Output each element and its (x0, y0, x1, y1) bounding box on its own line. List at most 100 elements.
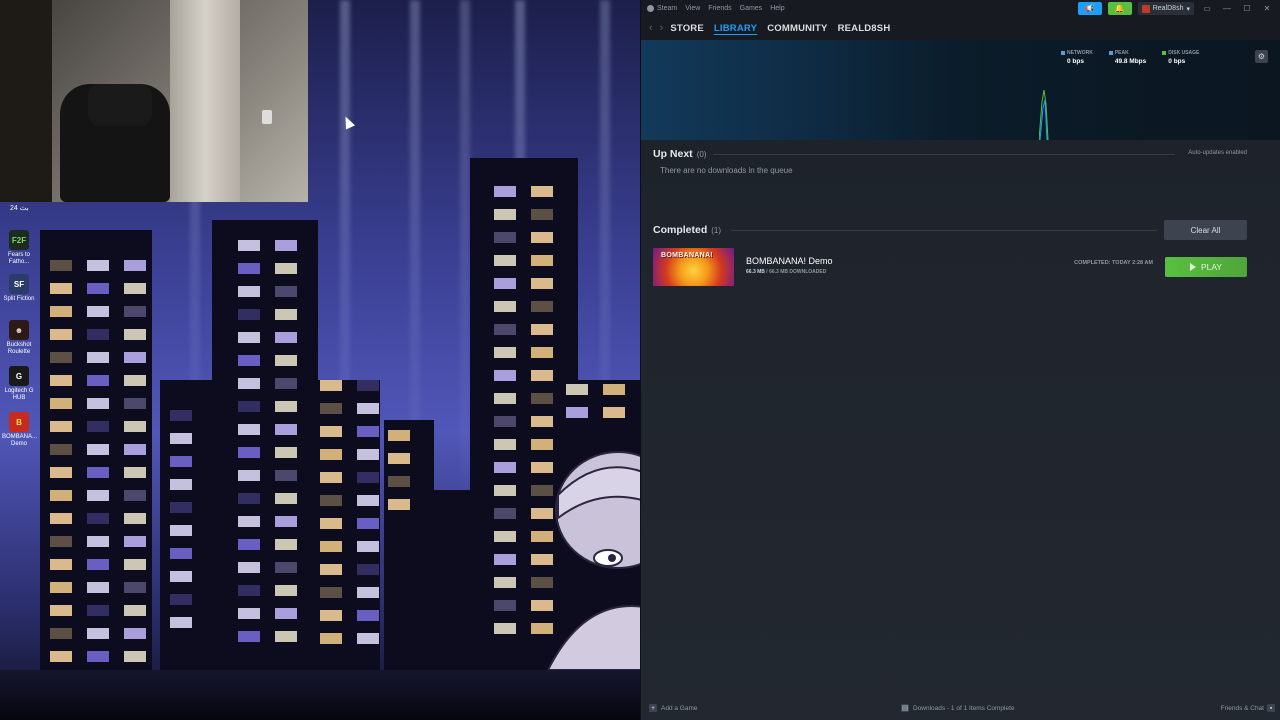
building-window (238, 493, 260, 504)
empty-queue-text: There are no downloads in the queue (660, 166, 793, 175)
game-name[interactable]: BOMBANANA! Demo (746, 256, 833, 266)
building-window (87, 421, 109, 432)
building-window (357, 472, 379, 483)
building-window (275, 378, 297, 389)
minimize-icon[interactable]: — (1220, 4, 1234, 13)
building-window (275, 539, 297, 550)
building-window (87, 513, 109, 524)
building-window (170, 479, 192, 490)
back-arrow-icon[interactable]: ‹ (649, 22, 653, 34)
user-menu[interactable]: RealD8sh ▾ (1137, 2, 1194, 15)
building-window (275, 355, 297, 366)
auto-updates-status: Auto-updates enabled (1188, 150, 1247, 156)
building-window (238, 470, 260, 481)
broadcast-button[interactable]: 📢 (1077, 2, 1102, 15)
app-icon: B (9, 412, 29, 432)
tab-community[interactable]: COMMUNITY (767, 23, 827, 34)
building-window (494, 393, 516, 404)
add-game-button[interactable]: + Add a Game (649, 704, 698, 712)
completed-count: (1) (711, 226, 722, 235)
building-window (320, 403, 342, 414)
building-window (388, 499, 410, 510)
download-settings-button[interactable]: ⚙ (1255, 50, 1268, 63)
building-window (238, 562, 260, 573)
cartoon-character (548, 451, 640, 670)
download-item[interactable]: BOMBANANA! BOMBANANA! Demo 66.3 MB / 66.… (653, 248, 1247, 286)
building-window (50, 513, 72, 524)
plus-icon: + (649, 704, 657, 712)
building-window (238, 240, 260, 251)
building-window (357, 518, 379, 529)
building-window (87, 398, 109, 409)
friends-chat-button[interactable]: Friends & Chat ▪ (1221, 704, 1275, 712)
tab-profile[interactable]: REALD8SH (838, 23, 891, 34)
building-window (124, 283, 146, 294)
webcam-overlay (0, 0, 308, 202)
completed-timestamp: COMPLETED: TODAY 2:28 AM (1074, 260, 1153, 266)
tab-store[interactable]: STORE (670, 23, 704, 34)
play-button[interactable]: PLAY (1165, 257, 1247, 277)
menu-help[interactable]: Help (770, 5, 784, 12)
building-window (124, 605, 146, 616)
steam-logo-icon (647, 4, 654, 12)
forward-arrow-icon[interactable]: › (660, 22, 664, 34)
building-window (275, 631, 297, 642)
building-window (50, 306, 72, 317)
building-window (357, 587, 379, 598)
desktop-shortcut[interactable]: SF Split Fiction (2, 274, 36, 303)
app-icon: ☻ (9, 320, 29, 340)
clear-all-button[interactable]: Clear All (1164, 220, 1247, 240)
big-picture-icon[interactable]: ▭ (1200, 4, 1214, 13)
building-window (357, 564, 379, 575)
desktop-shortcut[interactable]: B BOMBANA... Demo (2, 412, 37, 448)
desktop-shortcut[interactable]: ☻ Buckshot Roulette (2, 320, 36, 356)
building-window (275, 263, 297, 274)
building-window (494, 531, 516, 542)
building-window (50, 467, 72, 478)
building-window (50, 444, 72, 455)
building-window (494, 554, 516, 565)
building-window (238, 608, 260, 619)
maximize-icon[interactable]: ☐ (1240, 4, 1254, 13)
building-window (275, 332, 297, 343)
menu-steam[interactable]: Steam (657, 5, 677, 12)
app-icon: G (9, 366, 29, 386)
building-window (494, 278, 516, 289)
building-window (531, 347, 553, 358)
steam-window: Steam View Friends Games Help 📢 🔔 RealD8… (640, 0, 1280, 720)
building-window (87, 260, 109, 271)
building-window (170, 456, 192, 467)
up-next-count: (0) (696, 150, 707, 159)
building-window (531, 255, 553, 266)
menu-games[interactable]: Games (740, 5, 763, 12)
building-window (320, 426, 342, 437)
menu-friends[interactable]: Friends (708, 5, 731, 12)
tab-library[interactable]: LIBRARY (714, 23, 757, 34)
section-heading: Completed (1) (653, 220, 1247, 236)
building-window (566, 384, 588, 395)
building-window (170, 433, 192, 444)
building-window (50, 536, 72, 547)
notifications-button[interactable]: 🔔 (1107, 2, 1132, 15)
chat-icon: ▪ (1267, 704, 1275, 712)
building-window (170, 548, 192, 559)
menu-view[interactable]: View (685, 5, 700, 12)
game-thumbnail[interactable]: BOMBANANA! (653, 248, 734, 286)
thumbnail-title: BOMBANANA! (661, 252, 713, 259)
building-window (124, 329, 146, 340)
stat-label: DISK USAGE (1168, 50, 1200, 56)
building-window (320, 472, 342, 483)
building-window (494, 301, 516, 312)
ground (0, 670, 640, 720)
size-total: / 66.3 MB DOWNLOADED (764, 269, 827, 275)
network-legend-icon (1061, 51, 1065, 55)
steam-titlebar: Steam View Friends Games Help 📢 🔔 RealD8… (641, 0, 1280, 16)
building-window (50, 398, 72, 409)
peak-legend-icon (1108, 51, 1113, 55)
downloads-status[interactable]: ▤ Downloads - 1 of 1 Items Complete (901, 704, 1015, 712)
desktop-shortcut[interactable]: F2F Fears to Fatho... (2, 230, 36, 266)
stat-disk-usage: DISK USAGE 0 bps (1162, 50, 1199, 65)
desktop-shortcut[interactable]: G Logitech G HUB (2, 366, 36, 402)
curtain (170, 0, 240, 202)
close-icon[interactable]: ✕ (1260, 4, 1274, 13)
